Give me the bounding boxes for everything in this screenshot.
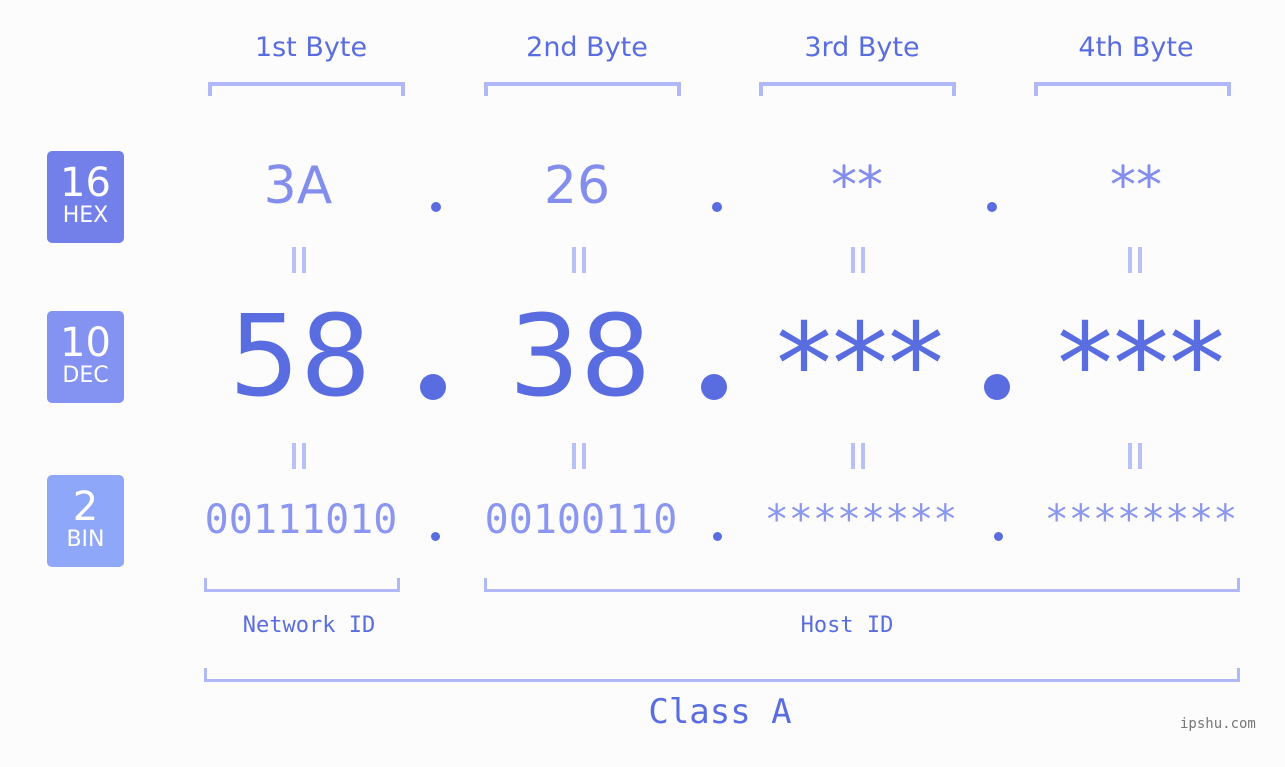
byte-bracket-3 [759,82,956,96]
equals-icon [292,443,306,469]
equals-icon [292,247,306,273]
byte-header-3: 3rd Byte [804,32,920,63]
bin-base-number: 2 [72,484,99,530]
equals-icon [851,443,865,469]
bin-dot-3 [994,532,1003,541]
class-bracket [204,668,1240,682]
hex-byte-1: 3A [263,156,333,216]
dec-base-number: 10 [60,320,111,366]
hex-base-label: HEX [62,203,109,228]
dec-byte-1: 58 [228,292,372,422]
bin-dot-2 [713,532,722,541]
bin-dot-1 [431,532,440,541]
hex-byte-2: 26 [543,156,611,216]
bin-byte-2: 00100110 [484,497,678,543]
dec-dot-1 [420,374,446,400]
hex-base-number: 16 [60,160,111,206]
dec-dot-3 [984,374,1010,400]
equals-icon [572,443,586,469]
equals-icon [572,247,586,273]
hex-byte-3: ** [831,156,883,216]
bin-base-label: BIN [66,527,105,552]
hex-byte-4: ** [1110,156,1162,216]
network-id-label: Network ID [242,613,376,638]
equals-icon [851,247,865,273]
byte-header-2: 2nd Byte [526,32,648,63]
watermark: ipshu.com [1180,716,1256,732]
hex-dot-1 [431,202,441,212]
dec-byte-3: *** [776,300,944,430]
hex-base-badge: 16 HEX [47,151,124,243]
byte-bracket-2 [484,82,681,96]
dec-base-badge: 10 DEC [47,311,124,403]
bin-byte-4: ******** [1044,497,1238,543]
dec-dot-2 [701,374,727,400]
byte-header-4: 4th Byte [1078,32,1194,63]
host-id-bracket [484,578,1240,592]
network-id-bracket [204,578,400,592]
dec-byte-2: 38 [508,292,652,422]
hex-dot-2 [712,202,722,212]
host-id-label: Host ID [800,613,894,638]
byte-bracket-1 [208,82,405,96]
class-label: Class A [648,692,792,732]
equals-icon [1128,443,1142,469]
bin-base-badge: 2 BIN [47,475,124,567]
hex-dot-3 [987,202,997,212]
bin-byte-3: ******** [764,497,958,543]
bin-byte-1: 00111010 [204,497,398,543]
equals-icon [1128,247,1142,273]
dec-byte-4: *** [1057,300,1225,430]
byte-header-1: 1st Byte [254,32,368,63]
dec-base-label: DEC [62,363,109,388]
byte-bracket-4 [1034,82,1231,96]
